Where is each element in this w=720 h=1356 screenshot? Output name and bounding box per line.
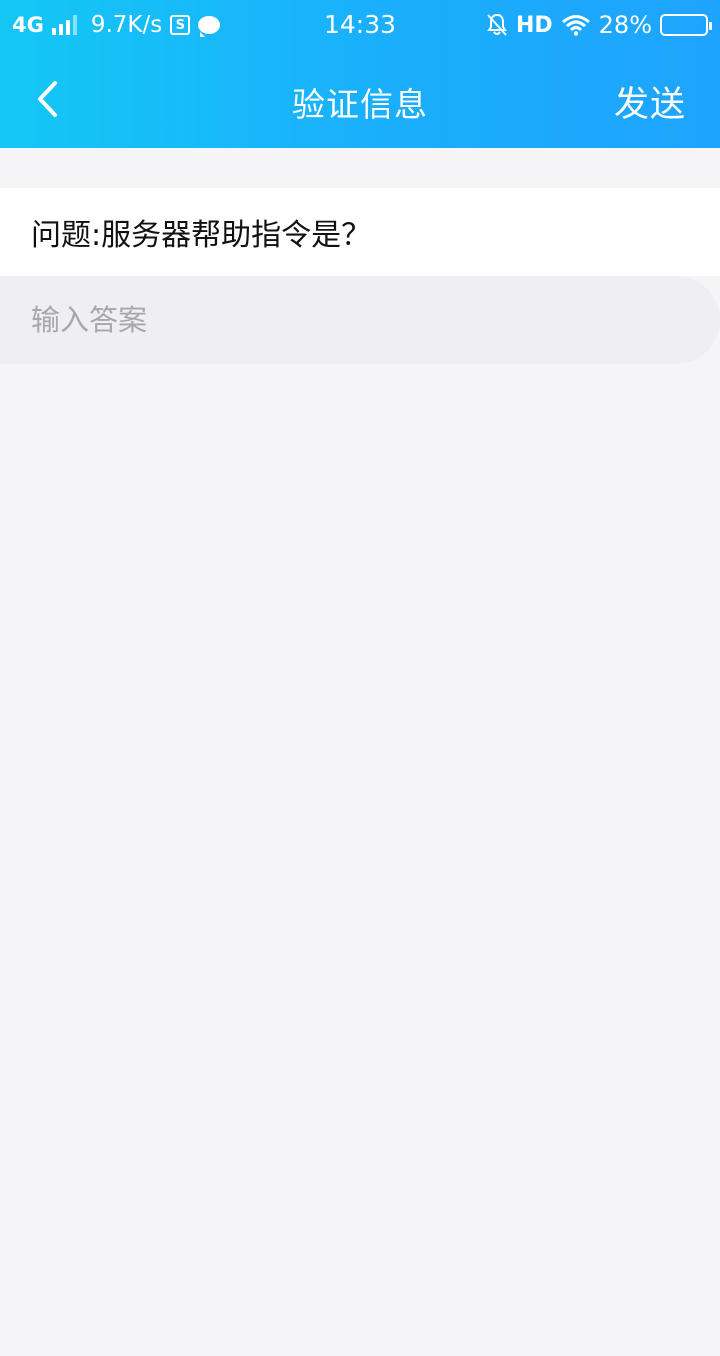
question-row: 问题:服务器帮助指令是？ [0, 188, 720, 276]
battery-icon [660, 14, 712, 36]
answer-field[interactable] [0, 276, 720, 364]
answer-input[interactable] [31, 303, 651, 337]
page-title: 验证信息 [292, 85, 428, 124]
battery-percent: 28% [598, 11, 652, 39]
bell-off-icon [487, 13, 507, 36]
app-header: 4G 9.7K/s S 14:33 HD 28% 验证信息 发送 [0, 0, 720, 148]
navigation-bar: 验证信息 发送 [0, 50, 720, 148]
wifi-icon [561, 15, 590, 36]
question-text: 问题:服务器帮助指令是？ [31, 218, 372, 253]
status-right: HD 28% [486, 10, 712, 40]
status-bar: 4G 9.7K/s S 14:33 HD 28% [0, 0, 720, 50]
hd-indicator: HD [515, 12, 553, 38]
send-button[interactable]: 发送 [614, 76, 686, 127]
